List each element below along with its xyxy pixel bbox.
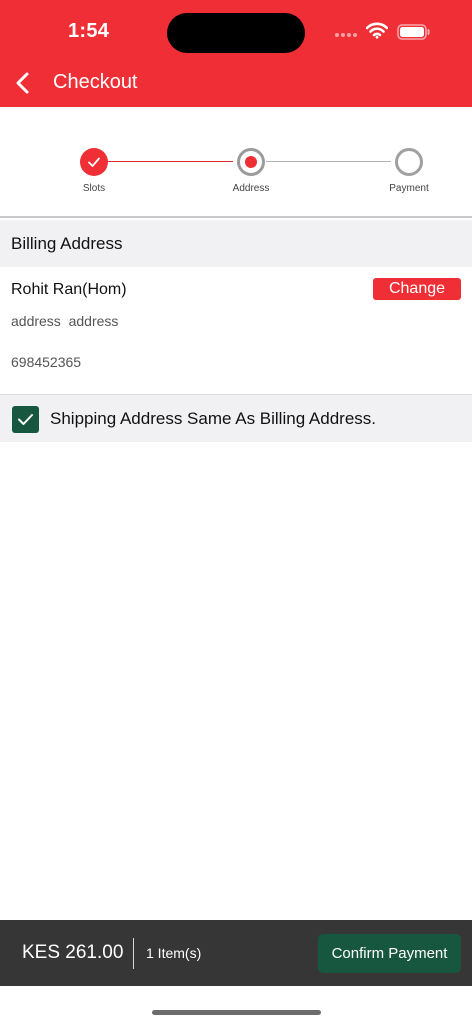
wifi-icon [366, 22, 388, 39]
checkout-footer: KES 261.00 1 Item(s) Confirm Payment [0, 920, 472, 986]
checkmark-icon [18, 414, 33, 425]
step-slots-done [80, 148, 108, 176]
confirm-payment-button[interactable]: Confirm Payment [318, 934, 461, 973]
page-title: Checkout [53, 71, 138, 93]
item-count: 1 Item(s) [146, 945, 202, 961]
checkmark-icon [88, 157, 100, 167]
dynamic-island [167, 13, 305, 53]
signal-icon [335, 33, 357, 37]
app-header: 1:54 Checkout [0, 0, 472, 107]
step-label-slots: Slots [82, 183, 106, 194]
billing-name: Rohit Ran(Hom) [11, 281, 127, 298]
shipping-same-checkbox[interactable] [12, 406, 39, 433]
checkout-stepper: Slots Address Payment [0, 107, 472, 218]
shipping-same-row[interactable]: Shipping Address Same As Billing Address… [0, 394, 472, 442]
billing-phone: 698452365 [11, 354, 82, 370]
status-time: 1:54 [68, 20, 110, 42]
step-label-address: Address [232, 183, 270, 194]
step-connector-1 [108, 161, 233, 162]
step-address-current [237, 148, 265, 176]
battery-icon [397, 24, 430, 40]
order-total: KES 261.00 [22, 942, 124, 963]
billing-section-title: Billing Address [11, 234, 123, 253]
billing-section-header: Billing Address [0, 220, 472, 267]
step-connector-2 [266, 161, 391, 162]
back-chevron-icon[interactable] [14, 71, 32, 95]
step-label-payment: Payment [389, 183, 429, 194]
footer-divider [133, 938, 134, 969]
shipping-same-label: Shipping Address Same As Billing Address… [50, 409, 377, 428]
step-payment-pending [395, 148, 423, 176]
billing-address: address address [11, 313, 119, 329]
change-address-button[interactable]: Change [373, 278, 461, 300]
home-indicator[interactable] [152, 1010, 321, 1015]
